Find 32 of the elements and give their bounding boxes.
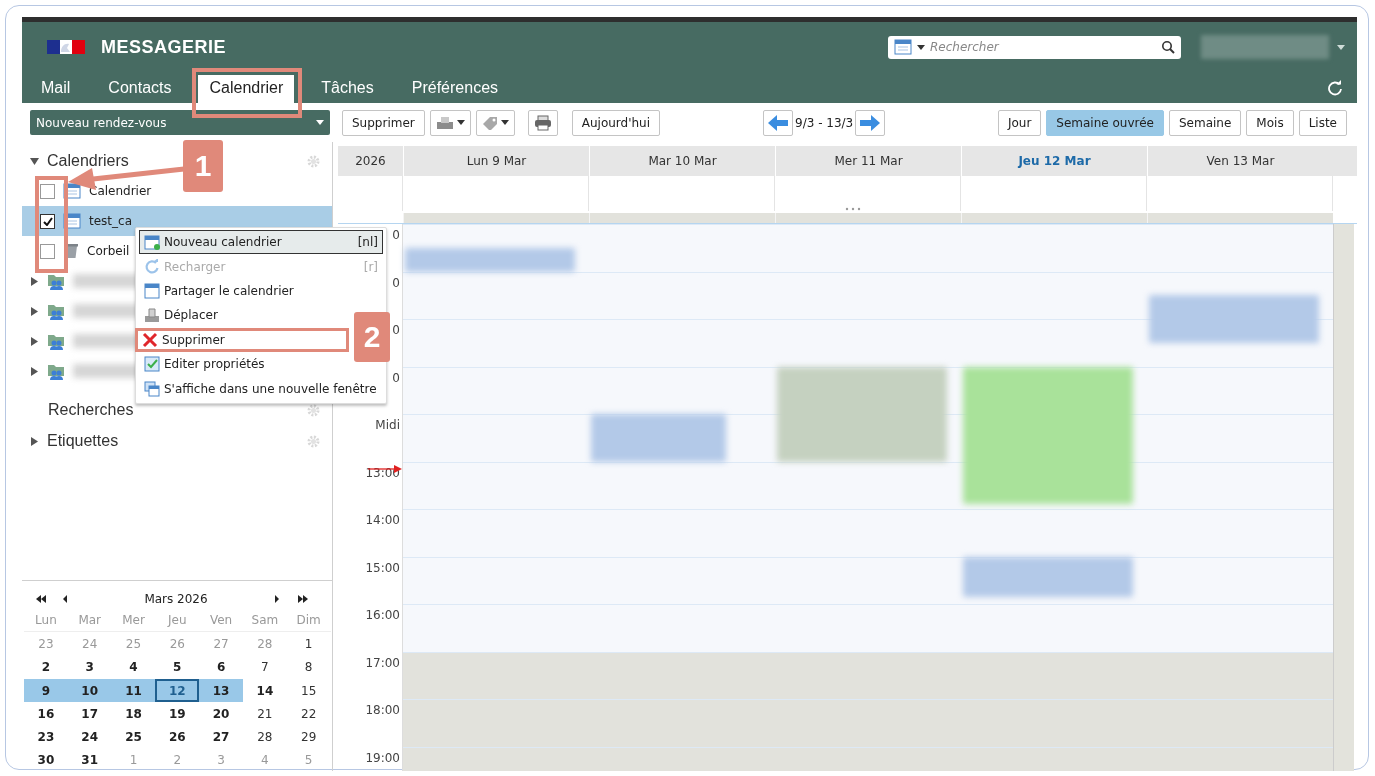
weekday-label: Mer	[111, 609, 156, 633]
day-header: Mar 10 Mar	[589, 146, 775, 176]
time-label: 0	[392, 275, 400, 292]
weekday-label: Jeu	[155, 609, 200, 633]
time-label: Midi	[375, 418, 400, 434]
time-label: 17:00	[365, 655, 400, 672]
section-title: Etiquettes	[47, 432, 119, 450]
day-header: Lun 9 Mar	[403, 146, 589, 176]
time-label: 0	[392, 370, 400, 387]
time-label: 19:00	[365, 750, 400, 767]
section-title: Calendriers	[47, 152, 129, 170]
app-title: MESSAGERIE	[101, 36, 227, 58]
time-label: 0	[392, 323, 400, 339]
day-header: Jeu 12 Mar	[961, 146, 1147, 176]
weekday-label: Mar	[67, 609, 112, 633]
weekday-label: Sam	[243, 609, 287, 633]
date-range: 9/3 - 13/3	[795, 115, 854, 130]
time-label: 16:00	[365, 608, 400, 624]
weekday-label: Ven	[199, 609, 243, 633]
section-title: Recherches	[48, 401, 134, 419]
month-title: Mars 2026	[143, 592, 209, 606]
day-header: Mer 11 Mar	[775, 146, 961, 176]
day-header: Ven 13 Mar	[1147, 146, 1333, 176]
time-label: 15:00	[365, 560, 400, 577]
step-number-label: 2	[354, 312, 390, 362]
time-label: 18:00	[365, 703, 400, 719]
step-number-label: 1	[183, 140, 223, 192]
weekday-label: Dim	[286, 609, 331, 633]
year-label: 2026	[354, 153, 387, 170]
time-label: 14:00	[365, 513, 400, 529]
weekday-label: Lun	[24, 609, 68, 633]
time-label: 0	[392, 228, 400, 244]
